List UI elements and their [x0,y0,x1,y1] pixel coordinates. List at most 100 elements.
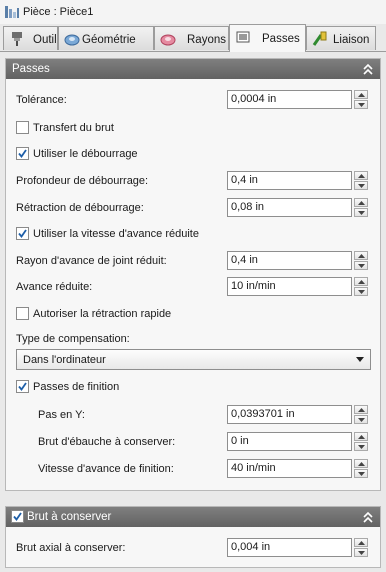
arrow-down-icon [358,418,365,422]
pas-y-up-button[interactable] [354,405,368,414]
radii-icon [160,34,176,46]
profondeur-field[interactable]: 0,4 in [227,171,352,190]
vitesse-finition-field[interactable]: 40 in/min [227,459,352,478]
collapse-icon[interactable] [362,510,374,524]
profondeur-label: Profondeur de débourrage: [16,175,149,187]
checkmark-icon [18,229,27,238]
tolerance-up-button[interactable] [354,90,368,99]
arrow-down-icon [358,103,365,107]
passes-panel: Passes Tolérance: 0,0004 in Transfert du… [5,58,381,491]
checkmark-icon [13,512,22,521]
vitesse-reduite-checkbox[interactable] [16,227,29,240]
rayon-avance-up-button[interactable] [354,251,368,260]
arrow-up-icon [358,435,365,439]
brut-axial-down-button[interactable] [354,548,368,557]
geometry-icon [64,34,80,46]
arrow-up-icon [358,93,365,97]
tolerance-down-button[interactable] [354,100,368,109]
vitesse-finition-label: Vitesse d'avance de finition: [38,463,174,475]
arrow-up-icon [358,174,365,178]
tab-geometrie-label: Géométrie [82,34,136,46]
retraction-down-button[interactable] [354,208,368,217]
retraction-up-button[interactable] [354,198,368,207]
brut-ebauche-down-button[interactable] [354,442,368,451]
compensation-value: Dans l'ordinateur [23,354,106,366]
avance-reduite-down-button[interactable] [354,287,368,296]
retraction-label: Rétraction de débourrage: [16,202,144,214]
rayon-avance-down-button[interactable] [354,261,368,270]
tool-icon [12,32,22,46]
brut-axial-up-button[interactable] [354,538,368,547]
checkmark-icon [18,382,27,391]
arrow-down-icon [358,184,365,188]
tab-rayons-label: Rayons [187,34,226,46]
avance-reduite-up-button[interactable] [354,277,368,286]
brut-axial-spinner[interactable]: 0,004 in [227,538,369,557]
brut-ebauche-label: Brut d'ébauche à conserver: [38,436,176,448]
retraction-field[interactable]: 0,08 in [227,198,352,217]
arrow-up-icon [358,201,365,205]
tab-outil[interactable]: Outil [3,26,58,50]
arrow-up-icon [358,462,365,466]
arrow-up-icon [358,254,365,258]
rayon-avance-label: Rayon d'avance de joint réduit: [16,255,167,267]
rayon-avance-spinner[interactable]: 0,4 in [227,251,369,270]
tab-passes-label: Passes [262,33,300,45]
debourrage-checkbox[interactable] [16,147,29,160]
finition-label: Passes de finition [33,381,120,393]
vitesse-finition-down-button[interactable] [354,469,368,478]
compensation-select[interactable]: Dans l'ordinateur [16,349,371,370]
tab-liaison[interactable]: Liaison [306,26,376,50]
collapse-icon[interactable] [362,62,374,76]
brut-ebauche-up-button[interactable] [354,432,368,441]
debourrage-label: Utiliser le débourrage [33,148,138,160]
brut-checkbox[interactable] [11,510,24,523]
brut-ebauche-spinner[interactable]: 0 in [227,432,369,451]
avance-reduite-spinner[interactable]: 10 in/min [227,277,369,296]
brut-panel-title: Brut à conserver [27,511,112,523]
linking-icon [312,31,327,46]
vitesse-reduite-label: Utiliser la vitesse d'avance réduite [33,228,199,240]
pas-y-spinner[interactable]: 0,0393701 in [227,405,369,424]
arrow-down-icon [358,211,365,215]
tolerance-spinner[interactable]: 0,0004 in [227,90,369,109]
tab-divider [0,51,386,52]
vitesse-finition-up-button[interactable] [354,459,368,468]
tolerance-field[interactable]: 0,0004 in [227,90,352,109]
retraction-rapide-label: Autoriser la rétraction rapide [33,308,172,320]
compensation-label: Type de compensation: [16,333,130,345]
retraction-rapide-checkbox[interactable] [16,307,29,320]
tab-liaison-label: Liaison [333,34,370,46]
avance-reduite-label: Avance réduite: [16,281,93,293]
brut-panel: Brut à conserver Brut axial à conserver:… [5,506,381,568]
tab-bar: Outil Géométrie Rayons Passes Liaison [0,24,386,52]
vitesse-finition-spinner[interactable]: 40 in/min [227,459,369,478]
avance-reduite-field[interactable]: 10 in/min [227,277,352,296]
profondeur-down-button[interactable] [354,181,368,190]
chevron-down-icon [356,357,364,362]
pas-y-field[interactable]: 0,0393701 in [227,405,352,424]
tab-outil-label: Outil [33,34,57,46]
tab-passes[interactable]: Passes [229,24,306,52]
pas-y-down-button[interactable] [354,415,368,424]
passes-panel-title: Passes [12,63,50,75]
tab-rayons[interactable]: Rayons [154,26,229,50]
arrow-down-icon [358,472,365,476]
part-icon [5,6,19,18]
rayon-avance-field[interactable]: 0,4 in [227,251,352,270]
brut-axial-field[interactable]: 0,004 in [227,538,352,557]
tab-geometrie[interactable]: Géométrie [58,26,154,50]
transfert-brut-checkbox[interactable] [16,121,29,134]
brut-axial-label: Brut axial à conserver: [16,542,126,554]
passes-panel-header[interactable]: Passes [6,59,380,79]
profondeur-spinner[interactable]: 0,4 in [227,171,369,190]
profondeur-up-button[interactable] [354,171,368,180]
finition-checkbox[interactable] [16,380,29,393]
window-title: Pièce : Pièce1 [23,6,94,18]
brut-panel-header[interactable]: Brut à conserver [6,507,380,527]
arrow-down-icon [358,264,365,268]
transfert-brut-label: Transfert du brut [33,122,114,134]
arrow-up-icon [358,280,365,284]
brut-ebauche-field[interactable]: 0 in [227,432,352,451]
retraction-spinner[interactable]: 0,08 in [227,198,369,217]
